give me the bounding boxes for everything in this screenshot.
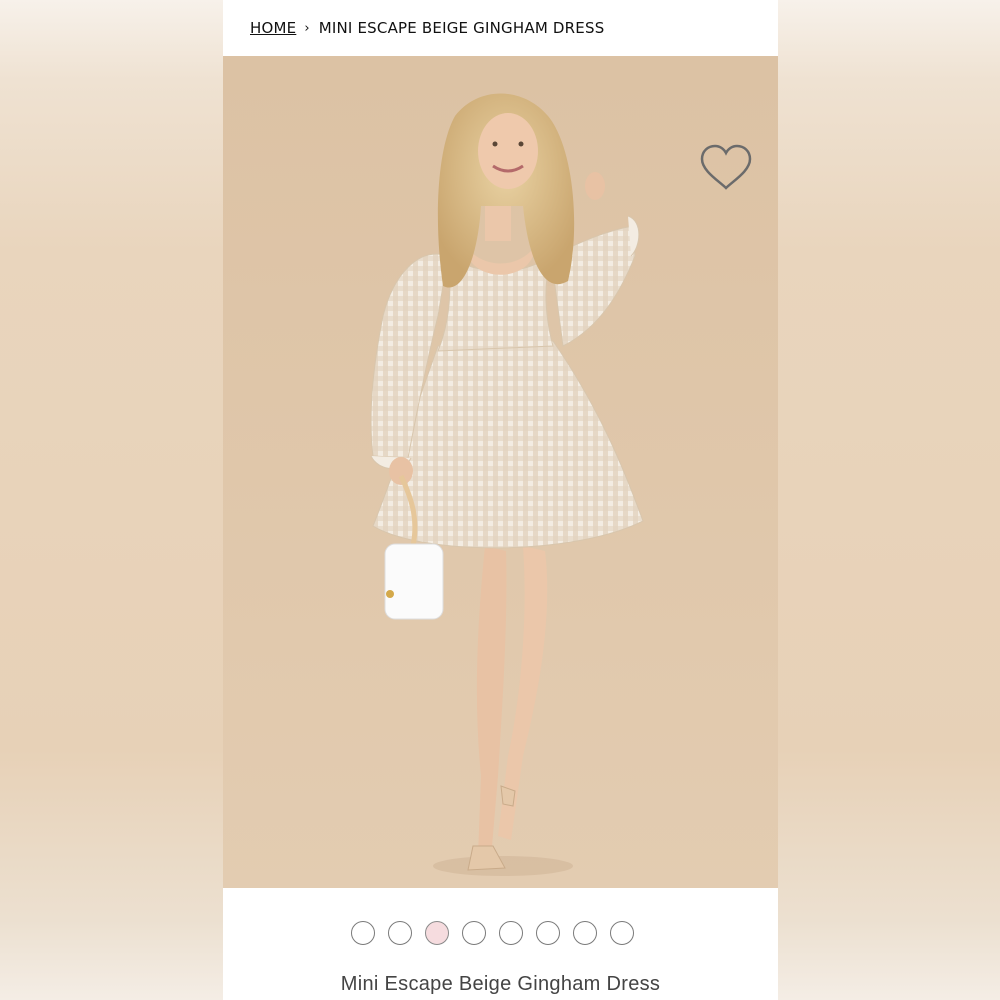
- carousel-dot[interactable]: [573, 921, 597, 945]
- breadcrumb-separator: ›: [304, 20, 310, 36]
- breadcrumb-home-link[interactable]: HOME: [250, 19, 296, 37]
- carousel-dot[interactable]: [462, 921, 486, 945]
- left-blurred-background: [0, 0, 223, 1000]
- product-page: HOME › MINI ESCAPE BEIGE GINGHAM DRESS M…: [223, 0, 778, 1000]
- carousel-dot[interactable]: [610, 921, 634, 945]
- carousel-dot[interactable]: [351, 921, 375, 945]
- right-blurred-background: [778, 0, 1000, 1000]
- carousel-dot[interactable]: [499, 921, 523, 945]
- product-image[interactable]: [223, 56, 778, 888]
- carousel-dot-active[interactable]: [425, 921, 449, 945]
- breadcrumb: HOME › MINI ESCAPE BEIGE GINGHAM DRESS: [250, 17, 604, 39]
- product-title: Mini Escape Beige Gingham Dress: [340, 973, 661, 995]
- carousel-dot[interactable]: [388, 921, 412, 945]
- carousel-dot[interactable]: [536, 921, 560, 945]
- heart-outline-icon[interactable]: [699, 144, 753, 192]
- model-illustration: [370, 93, 644, 876]
- carousel-dots: [351, 921, 634, 945]
- breadcrumb-current: MINI ESCAPE BEIGE GINGHAM DRESS: [318, 19, 605, 37]
